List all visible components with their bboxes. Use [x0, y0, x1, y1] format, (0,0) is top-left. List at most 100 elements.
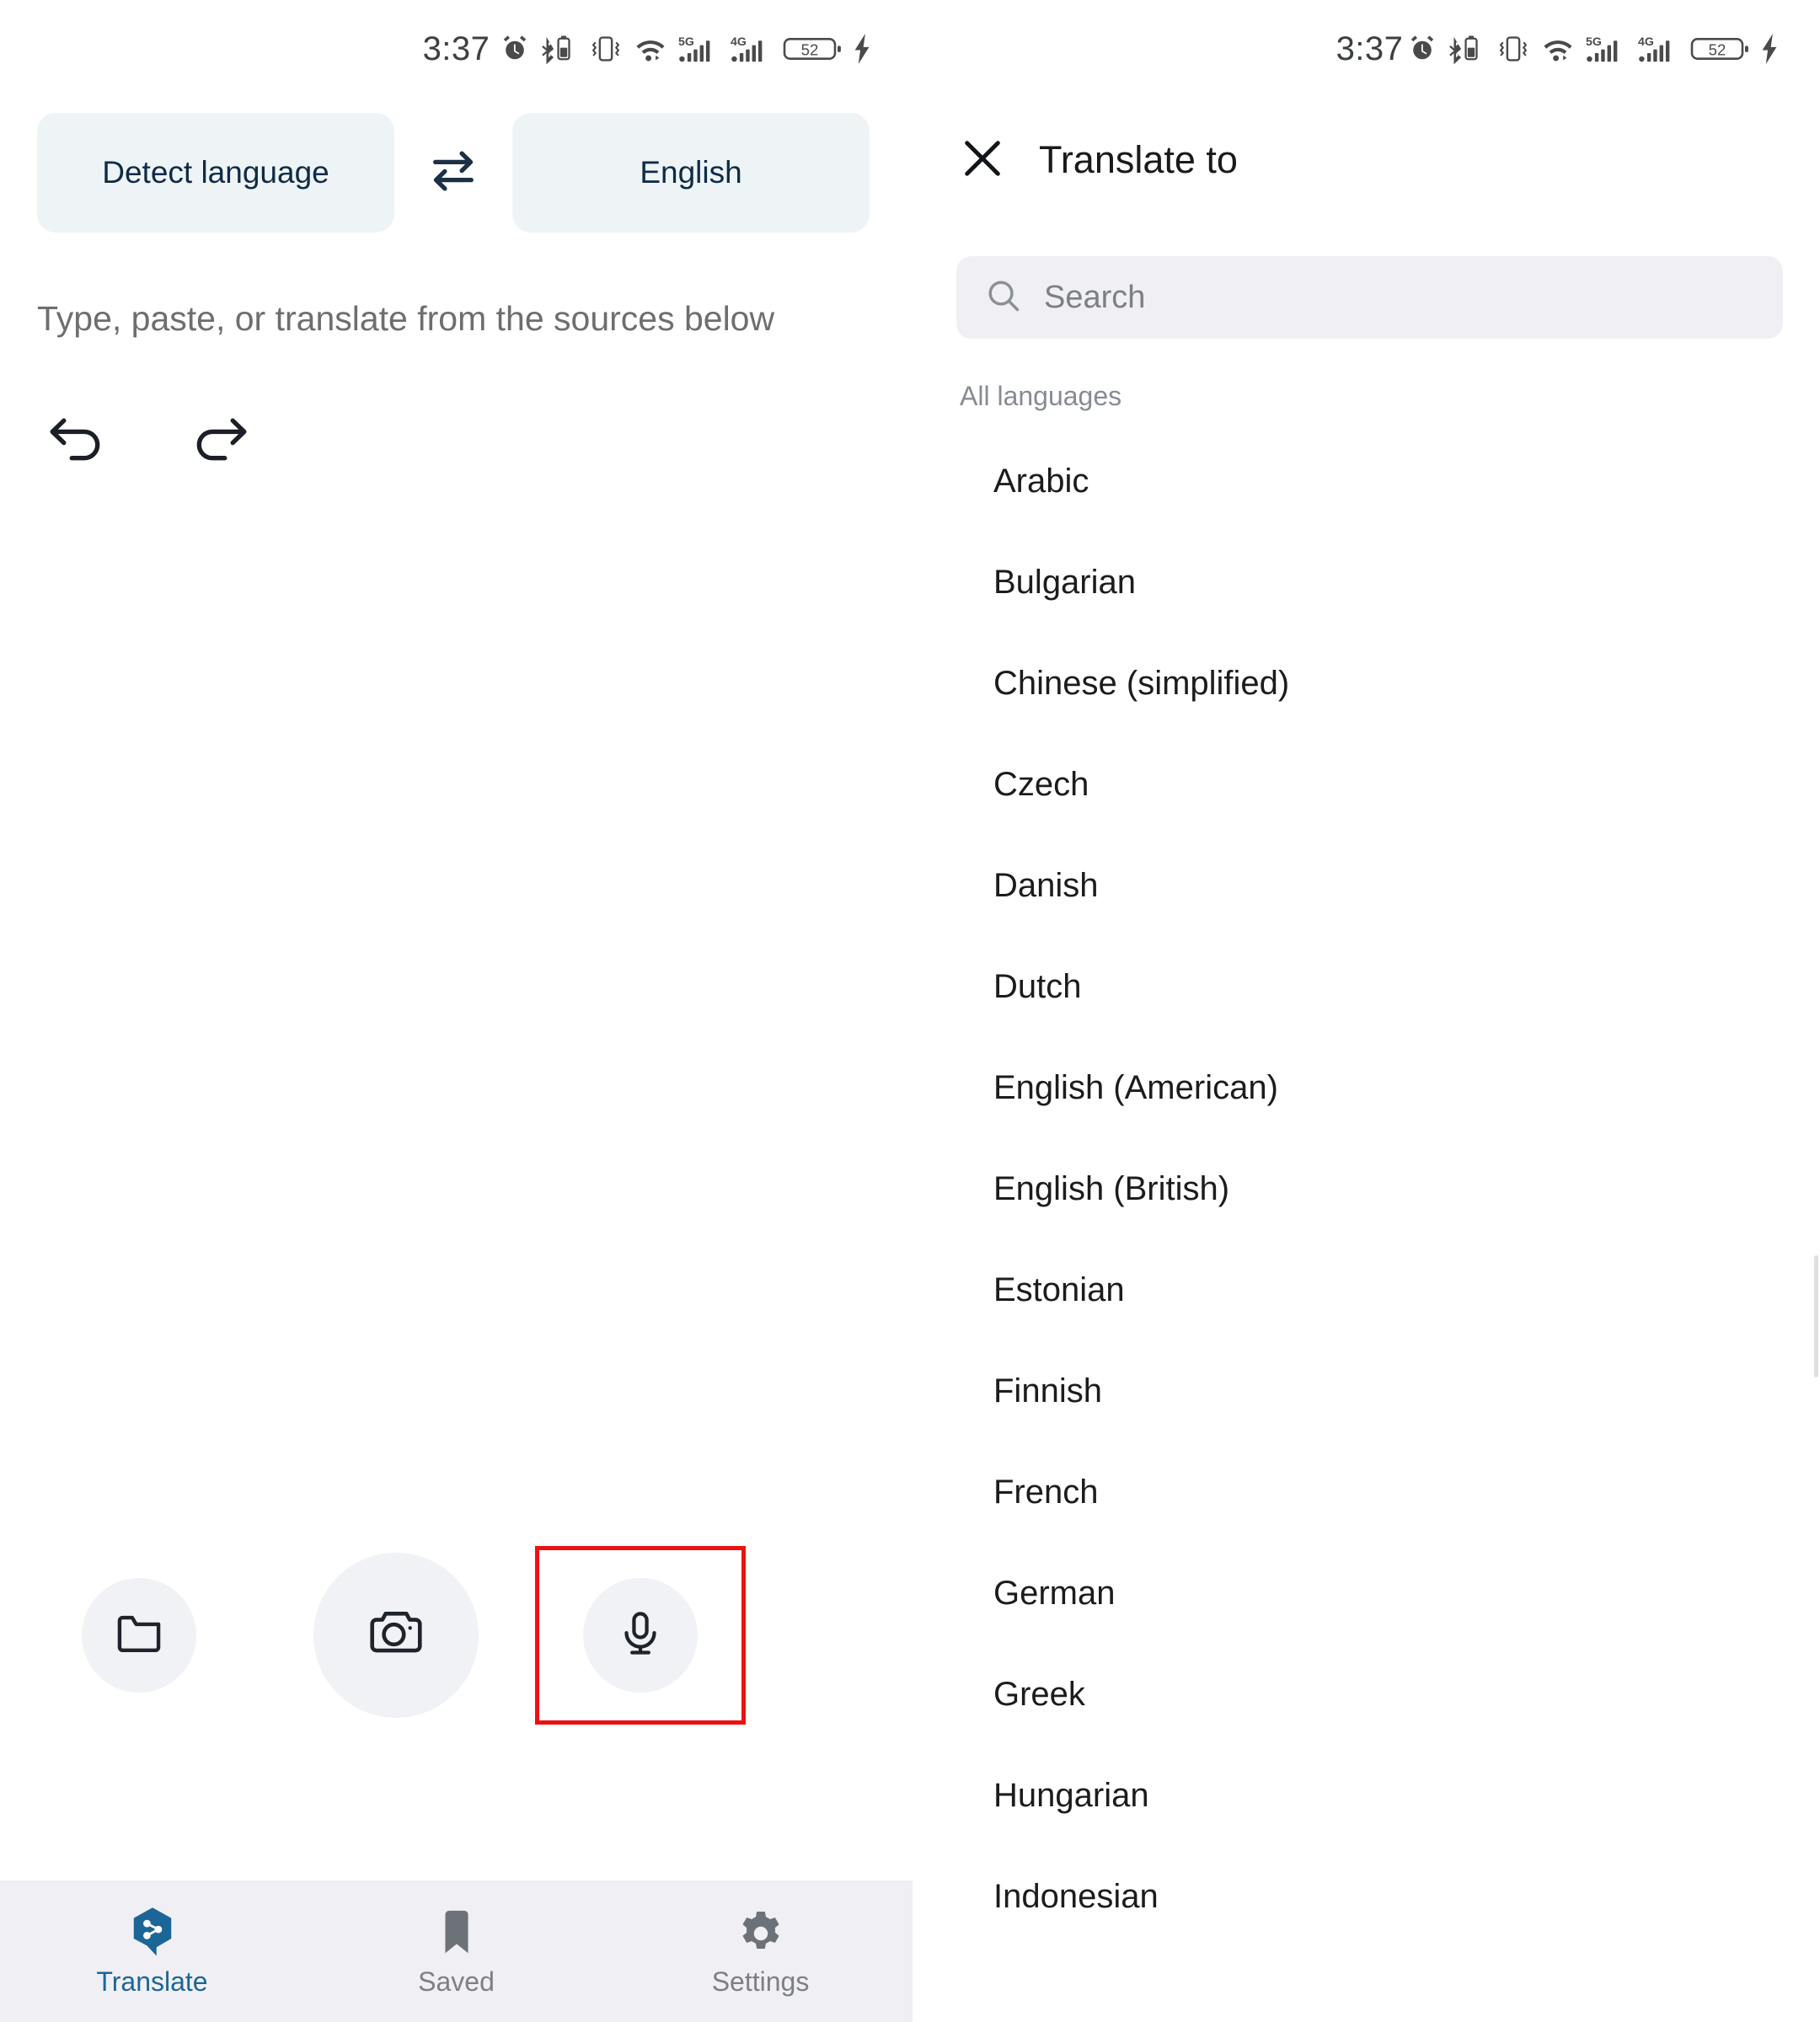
target-language-button[interactable]: English	[512, 113, 870, 233]
list-item[interactable]: Hungarian	[919, 1745, 1820, 1846]
battery-level-text: 52	[801, 41, 819, 59]
swap-languages-button[interactable]	[394, 113, 512, 233]
dual-screenshot-container: 3:37 5G 4G 52 Detect language English Ty…	[0, 0, 1820, 2022]
microphone-highlight-box	[535, 1546, 746, 1725]
swap-arrows-icon	[426, 145, 481, 201]
language-name: Greek	[993, 1675, 1085, 1713]
camera-icon	[366, 1603, 426, 1668]
nav-label-translate: Translate	[96, 1966, 208, 1997]
alarm-icon	[1407, 34, 1437, 64]
list-item[interactable]: Czech	[919, 734, 1820, 835]
svg-text:5G: 5G	[678, 35, 694, 48]
search-input[interactable]: Search	[956, 256, 1783, 339]
source-text-area[interactable]: Type, paste, or translate from the sourc…	[0, 233, 913, 340]
language-name: Finnish	[993, 1372, 1102, 1410]
language-name: English (American)	[993, 1068, 1278, 1106]
microphone-button[interactable]	[583, 1578, 698, 1693]
folder-action-slot	[0, 1578, 278, 1693]
language-name: Dutch	[993, 967, 1082, 1005]
bookmark-icon	[436, 1906, 477, 1958]
camera-action-slot	[278, 1553, 514, 1718]
list-item[interactable]: English (British)	[919, 1138, 1820, 1239]
panel-divider	[913, 0, 919, 2022]
language-name: Hungarian	[993, 1776, 1149, 1814]
camera-button[interactable]	[313, 1553, 479, 1718]
list-item[interactable]: Indonesian	[919, 1846, 1820, 1947]
language-name: Arabic	[993, 462, 1089, 500]
search-container: Search	[919, 201, 1820, 339]
language-name: Indonesian	[993, 1877, 1159, 1915]
nav-label-settings: Settings	[711, 1966, 810, 1997]
translate-to-language-picker: 3:37 5G 4G 52 Translate to Search All la…	[919, 0, 1820, 2022]
sheet-title: Translate to	[1039, 138, 1238, 181]
list-item[interactable]: Dutch	[919, 936, 1820, 1037]
redo-icon	[190, 417, 249, 473]
nav-label-saved: Saved	[418, 1966, 495, 1997]
search-icon	[985, 277, 1022, 318]
nav-item-translate[interactable]: Translate	[0, 1906, 304, 1998]
undo-button[interactable]	[44, 412, 110, 478]
list-item[interactable]: Bulgarian	[919, 532, 1820, 633]
search-placeholder: Search	[1044, 279, 1146, 315]
source-language-button[interactable]: Detect language	[37, 113, 394, 233]
signal-4g-icon: 4G	[1638, 34, 1680, 64]
folder-icon	[114, 1608, 164, 1663]
alarm-icon	[500, 34, 530, 64]
charging-bolt-icon	[1759, 34, 1780, 64]
bluetooth-battery-icon	[1448, 34, 1486, 64]
status-bar-right: 3:37 5G 4G 52	[919, 0, 1820, 98]
language-list: Arabic Bulgarian Chinese (simplified) Cz…	[919, 412, 1820, 1947]
input-source-actions	[0, 1546, 913, 1725]
translate-logo-icon	[129, 1906, 176, 1958]
vibrate-icon	[1496, 34, 1530, 64]
sheet-header: Translate to	[919, 98, 1820, 201]
folder-button[interactable]	[82, 1578, 196, 1693]
signal-5g-icon: 5G	[1586, 34, 1628, 64]
list-item[interactable]: French	[919, 1442, 1820, 1543]
list-item[interactable]: Danish	[919, 835, 1820, 936]
status-icon-tray: 5G 4G 52	[500, 0, 872, 98]
battery-level-text: 52	[1709, 41, 1726, 59]
list-item[interactable]: Finnish	[919, 1340, 1820, 1442]
status-icon-tray-right: 5G 4G 52	[1407, 0, 1780, 98]
language-name: Chinese (simplified)	[993, 664, 1290, 702]
nav-item-saved[interactable]: Saved	[304, 1906, 608, 1998]
all-languages-label: All languages	[960, 381, 1122, 411]
language-name: German	[993, 1574, 1116, 1612]
vibrate-icon	[589, 34, 623, 64]
language-name: French	[993, 1473, 1099, 1511]
signal-5g-icon: 5G	[678, 34, 720, 64]
list-item[interactable]: Arabic	[919, 431, 1820, 532]
undo-icon	[47, 417, 106, 473]
language-name: Estonian	[993, 1270, 1125, 1308]
bottom-navigation-bar: Translate Saved Settings	[0, 1880, 913, 2022]
list-item[interactable]: Greek	[919, 1644, 1820, 1745]
source-placeholder-text: Type, paste, or translate from the sourc…	[37, 299, 775, 338]
wifi-icon	[1540, 34, 1576, 64]
battery-icon: 52	[783, 34, 842, 64]
svg-text:4G: 4G	[731, 35, 747, 48]
close-icon	[959, 135, 1006, 186]
signal-4g-icon: 4G	[731, 34, 773, 64]
close-button[interactable]	[956, 134, 1009, 186]
language-name: English (British)	[993, 1169, 1230, 1207]
redo-button[interactable]	[187, 412, 253, 478]
wifi-icon	[633, 34, 668, 64]
list-item[interactable]: Chinese (simplified)	[919, 633, 1820, 734]
source-language-label: Detect language	[102, 155, 329, 190]
microphone-icon	[616, 1609, 665, 1662]
language-name: Bulgarian	[993, 563, 1137, 601]
history-controls	[0, 340, 913, 478]
list-item[interactable]: German	[919, 1543, 1820, 1644]
svg-text:5G: 5G	[1586, 35, 1602, 48]
microphone-action-slot	[514, 1546, 767, 1725]
svg-text:4G: 4G	[1638, 35, 1654, 48]
battery-icon: 52	[1690, 34, 1749, 64]
language-list-scrollbar[interactable]	[1814, 1255, 1818, 1377]
charging-bolt-icon	[852, 34, 872, 64]
bluetooth-battery-icon	[540, 34, 579, 64]
nav-item-settings[interactable]: Settings	[608, 1906, 913, 1998]
list-item[interactable]: Estonian	[919, 1239, 1820, 1340]
language-name: Danish	[993, 866, 1099, 904]
list-item[interactable]: English (American)	[919, 1037, 1820, 1138]
